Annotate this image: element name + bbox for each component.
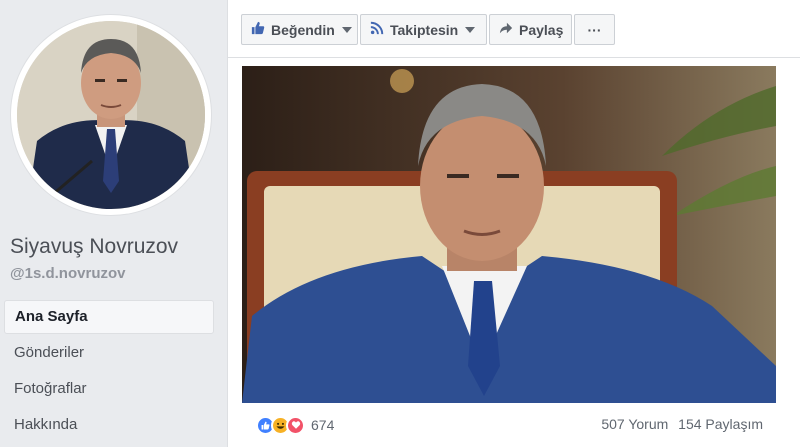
page-username[interactable]: @1s.d.novruzov	[10, 265, 125, 282]
like-button-label: Beğendin	[271, 21, 335, 38]
rss-icon	[370, 21, 384, 38]
love-reaction-icon	[286, 415, 305, 435]
follow-button-label: Takiptesin	[390, 21, 459, 38]
nav-item-photos[interactable]: Fotoğraflar	[4, 372, 214, 406]
comment-count-link[interactable]: 507 Yorum	[601, 416, 668, 432]
share-count-link[interactable]: 154 Paylaşım	[678, 416, 763, 432]
follow-button[interactable]: Takiptesin	[360, 14, 487, 45]
avatar[interactable]	[17, 21, 205, 209]
page-action-bar: Beğendin Takiptesin Paylaş ···	[227, 0, 800, 58]
share-arrow-icon	[499, 21, 513, 38]
post-stats: 507 Yorum 154 Paylaşım	[595, 416, 763, 432]
post-card: 674 507 Yorum 154 Paylaşım	[227, 58, 800, 447]
chevron-down-icon	[341, 26, 352, 33]
share-button-label: Paylaş	[519, 21, 564, 38]
chevron-down-icon	[465, 26, 476, 33]
page-title[interactable]: Siyavuş Novruzov	[10, 235, 178, 259]
nav-item-home[interactable]: Ana Sayfa	[4, 300, 214, 334]
reaction-count: 674	[311, 417, 335, 433]
thumbs-up-icon	[251, 21, 265, 38]
nav-item-posts[interactable]: Gönderiler	[4, 336, 214, 370]
page-nav: Ana Sayfa Gönderiler Fotoğraflar Hakkınd…	[4, 300, 214, 444]
reactions-summary[interactable]: 674	[256, 413, 334, 437]
ellipsis-icon: ···	[587, 21, 602, 38]
nav-item-about[interactable]: Hakkında	[4, 408, 214, 442]
like-button[interactable]: Beğendin	[241, 14, 358, 45]
post-photo[interactable]	[242, 66, 776, 403]
share-button[interactable]: Paylaş	[489, 14, 572, 45]
profile-picture-frame	[11, 15, 211, 215]
left-sidebar: Siyavuş Novruzov @1s.d.novruzov Ana Sayf…	[0, 0, 222, 447]
more-options-button[interactable]: ···	[574, 14, 615, 45]
